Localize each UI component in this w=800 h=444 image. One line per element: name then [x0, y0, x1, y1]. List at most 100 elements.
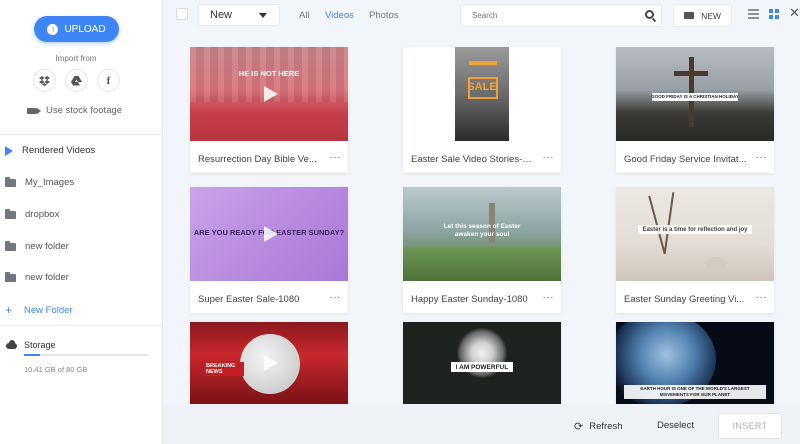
sort-dropdown-value: New — [210, 9, 233, 21]
filter-videos[interactable]: Videos — [325, 10, 354, 21]
video-thumbnail: ARE YOU READY FOR EASTER SUNDAY? — [190, 187, 348, 281]
video-card[interactable]: HE IS NOT HERE Resurrection Day Bible Ve… — [190, 47, 348, 173]
new-folder-top-button[interactable]: NEW — [673, 4, 732, 27]
sidebar-item-label: new folder — [25, 241, 69, 252]
stock-footage-link[interactable]: Use stock footage — [27, 105, 122, 116]
sidebar-item-label: dropbox — [25, 209, 60, 220]
select-all-checkbox[interactable] — [176, 8, 188, 20]
storage-label: Storage — [24, 340, 56, 350]
video-title: Happy Easter Sunday-1080 — [411, 294, 528, 305]
upload-arrow-icon: ↑ — [47, 23, 59, 35]
folder-open-icon — [5, 176, 16, 187]
import-label: Import from — [55, 54, 97, 63]
folder-icon — [5, 240, 16, 251]
video-card[interactable]: Easter is a time for reflection and joy … — [616, 187, 774, 313]
google-drive-icon[interactable] — [65, 69, 88, 92]
play-icon — [264, 86, 278, 102]
upload-label: UPLOAD — [64, 23, 106, 35]
thumbnail-caption: Let this season of Easter awaken your so… — [443, 223, 521, 238]
caret-down-icon — [259, 13, 267, 18]
more-options-icon[interactable]: ··· — [756, 292, 768, 303]
video-title: Resurrection Day Bible Ve... — [198, 154, 317, 165]
thumbnail-caption: BREAKING NEWS — [206, 363, 236, 375]
thumbnail-caption: I AM POWERFUL — [455, 364, 509, 371]
sidebar-item-label: Rendered Videos — [22, 145, 96, 156]
play-icon — [264, 226, 278, 242]
sidebar-item-my-images[interactable]: My_Images — [5, 176, 75, 188]
close-icon[interactable]: ✕ — [789, 5, 800, 21]
sidebar-item-label: new folder — [25, 272, 69, 283]
video-card[interactable]: EARTH HOUR IS ONE OF THE WORLD'S LARGEST… — [616, 322, 774, 404]
more-options-icon[interactable]: ··· — [543, 152, 555, 163]
facebook-icon[interactable]: f — [97, 69, 120, 92]
thumbnail-caption: Easter is a time for reflection and joy — [642, 227, 748, 233]
sidebar-item-label: My_Images — [25, 177, 75, 188]
refresh-label: Refresh — [589, 421, 623, 432]
sort-dropdown[interactable]: New — [198, 4, 280, 26]
new-label: NEW — [701, 10, 721, 21]
sidebar-divider — [0, 325, 163, 326]
thumbnail-caption: SALE — [467, 81, 497, 93]
folder-icon — [5, 271, 16, 282]
insert-button[interactable]: INSERT — [718, 413, 782, 439]
search-icon[interactable] — [645, 10, 654, 19]
dropbox-icon[interactable] — [33, 69, 56, 92]
video-thumbnail: EARTH HOUR IS ONE OF THE WORLD'S LARGEST… — [616, 322, 774, 404]
sidebar-item-dropbox[interactable]: dropbox — [5, 208, 60, 220]
folder-icon — [5, 208, 16, 219]
thumbnail-caption: GOOD FRIDAY IS A CHRISTIAN HOLIDAY — [651, 94, 739, 99]
storage-bar-fill — [24, 354, 41, 356]
video-card[interactable]: I AM POWERFUL — [403, 322, 561, 404]
video-card[interactable]: BREAKING NEWS — [190, 322, 348, 404]
more-options-icon[interactable]: ··· — [330, 152, 342, 163]
video-thumbnail: Easter is a time for reflection and joy — [616, 187, 774, 281]
sidebar-item-rendered-videos[interactable]: Rendered Videos — [5, 145, 95, 156]
video-thumbnail: SALE — [455, 47, 509, 141]
new-folder-label: New Folder — [24, 304, 73, 316]
thumbnail-caption: EARTH HOUR IS ONE OF THE WORLD'S LARGEST… — [640, 386, 750, 397]
thumbnail-caption: HE IS NOT HERE — [238, 69, 300, 78]
new-folder-button[interactable]: + New Folder — [5, 303, 73, 317]
more-options-icon[interactable]: ··· — [543, 292, 555, 303]
video-title: Good Friday Service Invitat... — [624, 154, 747, 165]
sidebar-item-new-folder[interactable]: new folder — [5, 240, 69, 252]
sidebar: ↑ UPLOAD Import from f Use stock footage… — [0, 0, 163, 444]
toolbar: New All Videos Photos NEW ✕ — [163, 0, 800, 34]
more-options-icon[interactable]: ··· — [330, 292, 342, 303]
filter-photos[interactable]: Photos — [369, 10, 399, 21]
folder-plus-icon — [684, 12, 695, 19]
filter-all[interactable]: All — [299, 10, 310, 21]
refresh-button[interactable]: ⟳ Refresh — [574, 420, 622, 433]
search-input[interactable] — [461, 5, 621, 26]
more-options-icon[interactable]: ··· — [756, 152, 768, 163]
video-camera-icon — [27, 107, 41, 114]
storage-usage-text: 10.41 GB of 80 GB — [24, 365, 88, 374]
storage-bar — [24, 354, 149, 356]
video-card[interactable]: GOOD FRIDAY IS A CHRISTIAN HOLIDAY Good … — [616, 47, 774, 173]
sidebar-divider — [0, 134, 163, 135]
video-title: Easter Sale Video Stories-1... — [411, 154, 535, 165]
video-thumbnail: I AM POWERFUL — [403, 322, 561, 404]
video-thumbnail: Let this season of Easter awaken your so… — [403, 187, 561, 281]
upload-button[interactable]: ↑ UPLOAD — [34, 16, 119, 42]
cloud-icon — [6, 340, 17, 349]
video-thumbnail: GOOD FRIDAY IS A CHRISTIAN HOLIDAY — [616, 47, 774, 141]
sidebar-item-new-folder-2[interactable]: new folder — [5, 271, 69, 283]
bottom-action-bar: ⟳ Refresh Deselect INSERT — [163, 404, 800, 444]
import-sources: f — [33, 69, 120, 92]
video-card[interactable]: ARE YOU READY FOR EASTER SUNDAY? Super E… — [190, 187, 348, 313]
deselect-button[interactable]: Deselect — [657, 420, 694, 431]
stock-label: Use stock footage — [46, 105, 123, 116]
search-box — [460, 4, 662, 27]
list-view-icon[interactable] — [748, 9, 759, 19]
video-thumbnail: HE IS NOT HERE — [190, 47, 348, 141]
grid-view-icon[interactable] — [769, 9, 780, 19]
plus-icon: + — [5, 303, 13, 317]
video-card[interactable]: Let this season of Easter awaken your so… — [403, 187, 561, 313]
video-thumbnail: BREAKING NEWS — [190, 322, 348, 404]
play-icon — [5, 145, 13, 156]
refresh-icon: ⟳ — [574, 421, 584, 433]
video-card[interactable]: SALE Easter Sale Video Stories-1... ··· — [403, 47, 561, 173]
video-title: Super Easter Sale-1080 — [198, 294, 300, 305]
play-icon — [264, 355, 278, 371]
